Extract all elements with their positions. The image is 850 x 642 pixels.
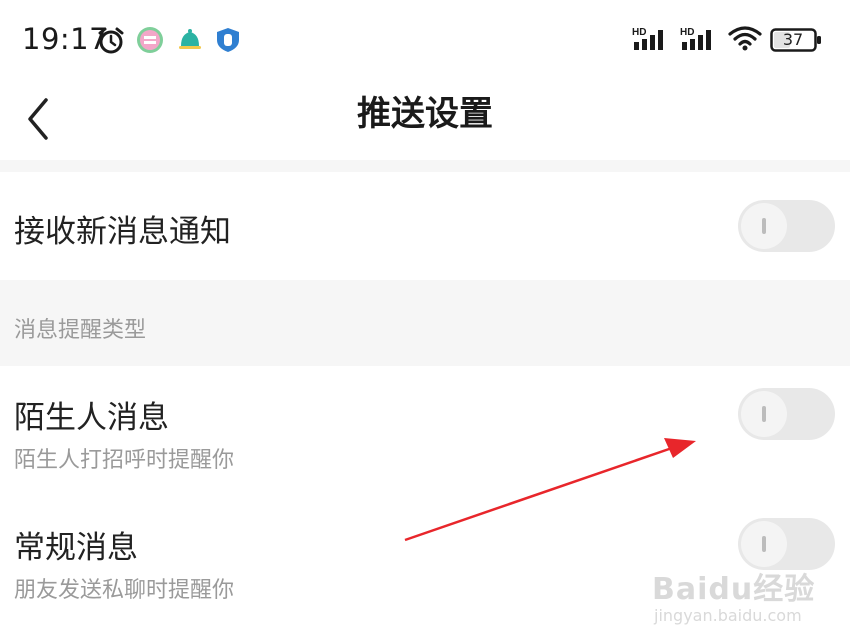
shield-icon — [217, 28, 239, 52]
stranger-messages-toggle[interactable] — [738, 388, 835, 440]
setting-row-receive-notifications: 接收新消息通知 — [0, 172, 850, 280]
setting-title: 接收新消息通知 — [14, 214, 231, 250]
app-badge-icon — [137, 27, 163, 53]
signal-label: HD — [680, 27, 694, 38]
receive-notifications-toggle[interactable] — [738, 200, 835, 252]
section-header: 消息提醒类型 — [0, 280, 850, 366]
setting-title: 常规消息 — [14, 530, 138, 566]
regular-messages-toggle[interactable] — [738, 518, 835, 570]
page-title: 推送设置 — [357, 94, 493, 134]
nav-header: 推送设置 — [0, 82, 850, 160]
signal-label: HD — [632, 27, 646, 38]
watermark-sub: jingyan.baidu.com — [654, 606, 802, 625]
toggle-knob — [741, 521, 787, 567]
watermark: Baidu经验 jingyan.baidu.com — [648, 564, 838, 634]
watermark-main: Baidu经验 — [652, 572, 816, 607]
toggle-knob — [741, 391, 787, 437]
bell-icon — [179, 29, 201, 49]
setting-row-stranger-messages: 陌生人消息 陌生人打招呼时提醒你 — [0, 366, 850, 494]
battery-level: 37 — [782, 30, 804, 49]
setting-title: 陌生人消息 — [14, 400, 169, 436]
wifi-icon — [728, 26, 762, 51]
toggle-knob — [741, 203, 787, 249]
status-bar: 19:17 HD HD 37 — [0, 0, 850, 82]
signal-icon: HD — [680, 27, 711, 50]
signal-icon: HD — [632, 27, 663, 50]
divider-band — [0, 160, 850, 172]
setting-subtitle: 朋友发送私聊时提醒你 — [14, 578, 235, 603]
section-label: 消息提醒类型 — [14, 318, 147, 343]
alarm-clock-icon — [98, 27, 124, 54]
setting-subtitle: 陌生人打招呼时提醒你 — [14, 448, 235, 473]
battery-indicator: 37 — [770, 28, 822, 52]
